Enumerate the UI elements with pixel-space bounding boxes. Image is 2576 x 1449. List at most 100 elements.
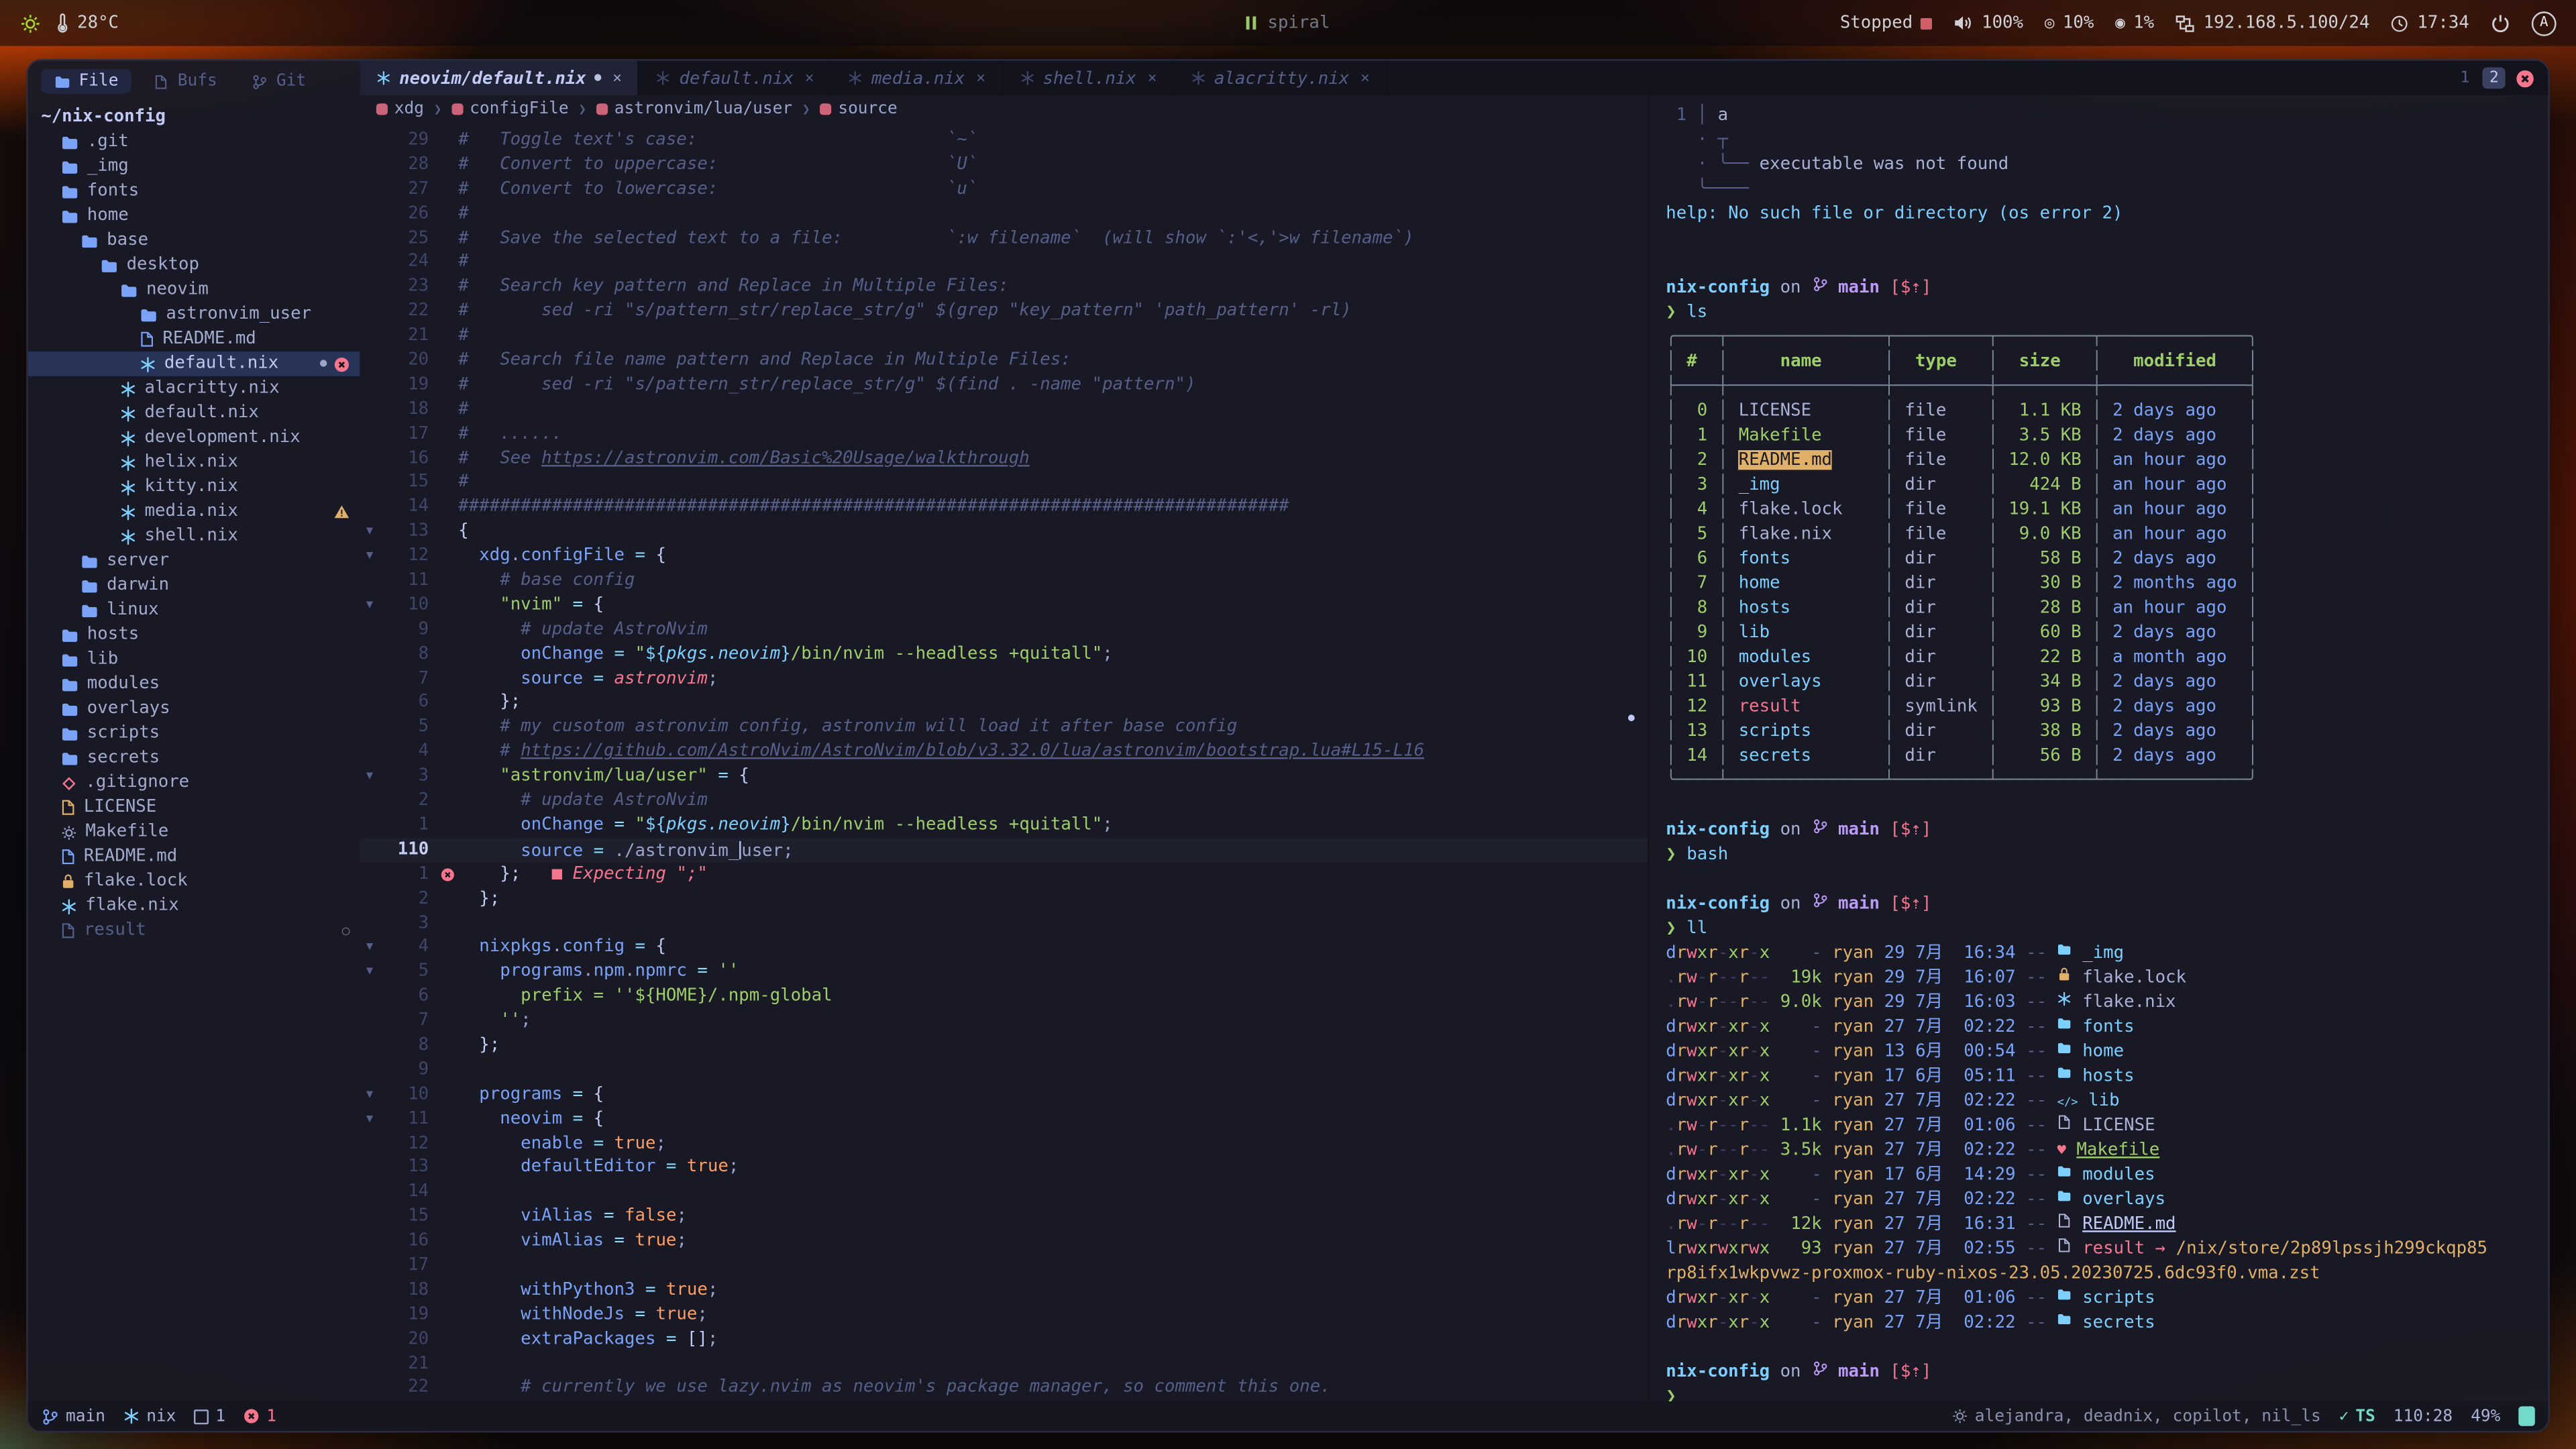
sign-column [437,201,458,225]
tree-item-_img[interactable]: _img [28,154,360,179]
tree-item-README.md[interactable]: README.md [28,845,360,869]
tree-item-~/nix-config[interactable]: ~/nix-config [28,105,360,130]
tree-item-hosts[interactable]: hosts [28,623,360,647]
tree-item-shell.nix[interactable]: shell.nix [28,524,360,549]
tree-item-.git[interactable]: .git [28,129,360,154]
diagnostic-info-segment[interactable]: 1 [194,1407,225,1426]
tree-item-Makefile[interactable]: Makefile [28,820,360,845]
desktop: 28°C spiral Stopped 100% ◎ 10% ◉ 1% [0,0,2576,1449]
tree-item-flake.nix[interactable]: flake.nix [28,894,360,918]
fold-icon[interactable]: ▼ [360,764,379,788]
close-tab-icon[interactable]: ✕ [613,70,622,86]
media-player-widget[interactable]: Stopped [1840,13,1933,33]
tree-item-helix.nix[interactable]: helix.nix [28,450,360,475]
diagnostic-error-segment[interactable]: 1 [244,1407,276,1426]
breadcrumb-item-xdg[interactable]: xdg [376,100,424,118]
tree-item-flake.lock[interactable]: flake.lock [28,869,360,894]
tree-item-.gitignore[interactable]: .gitignore [28,771,360,796]
tree-item-development.nix[interactable]: development.nix [28,425,360,450]
tabpage-1[interactable]: 1 [2454,67,2477,89]
close-window-icon[interactable] [2515,68,2534,88]
volume-widget[interactable]: 100% [1953,13,2023,33]
editor-line: ▼11 neovim = { [360,1107,1648,1131]
tree-item-secrets[interactable]: secrets [28,746,360,771]
buffer-tab-default.nix[interactable]: default.nix✕ [640,61,832,95]
buffer-tab-neovim/default.nix[interactable]: neovim/default.nix●✕ [360,61,639,95]
fold-icon[interactable]: ▼ [360,544,379,568]
nix-snowflake-icon [123,1408,140,1424]
close-tab-icon[interactable]: ✕ [805,70,814,86]
tree-item-default.nix[interactable]: default.nix [28,401,360,426]
clock-widget[interactable]: 17:34 [2391,13,2469,33]
power-icon[interactable] [2491,13,2510,33]
table-row: │ 7 │ home │ dir │ 30 B │ 2 months ago │ [1666,572,2543,596]
code-text: xdg.configFile = { [458,544,666,568]
code-text: nixpkgs.config = { [458,935,666,959]
close-tab-icon[interactable]: ✕ [1360,70,1369,86]
explorer-tab-git[interactable]: Git [239,69,319,94]
tree-item-result[interactable]: result○ [28,918,360,943]
file-tree[interactable]: ~/nix-config.git_imgfontshomebasedesktop… [28,105,360,943]
breadcrumb-item-astronvim/lua/user[interactable]: astronvim/lua/user [596,100,792,118]
line-number: 15 [380,471,437,495]
tree-item-overlays[interactable]: overlays [28,696,360,721]
tree-item-modules[interactable]: modules [28,672,360,697]
folder-icon [2057,1065,2072,1081]
tree-item-kitty.nix[interactable]: kitty.nix [28,475,360,500]
fold-icon[interactable]: ▼ [360,1107,379,1131]
tree-item-neovim[interactable]: neovim [28,278,360,303]
code-text: programs.npm.npmrc = '' [458,960,739,984]
tree-item-alacritty.nix[interactable]: alacritty.nix [28,376,360,401]
explorer-tab-bufs[interactable]: Bufs [140,69,230,94]
editor-line: 8 }; [360,1033,1648,1057]
tree-item-home[interactable]: home [28,204,360,229]
fold-icon[interactable]: ▼ [360,960,379,984]
tree-item-base[interactable]: base [28,228,360,253]
breadcrumb-item-configFile[interactable]: configFile [451,100,568,118]
fold-icon[interactable]: ▼ [360,593,379,617]
fold-icon[interactable]: ▼ [360,1082,379,1106]
temperature-widget[interactable]: 28°C [56,13,119,33]
buffer-tab-media.nix[interactable]: media.nix✕ [832,61,1003,95]
tree-item-README.md[interactable]: README.md [28,327,360,352]
cpu-widget[interactable]: ◉ 1% [2115,13,2154,33]
tree-item-darwin[interactable]: darwin [28,574,360,598]
tree-item-desktop[interactable]: desktop [28,253,360,278]
tree-item-server[interactable]: server [28,549,360,574]
breadcrumb-item-source[interactable]: source [820,100,897,118]
sign-column [437,666,458,690]
nix-gear-icon[interactable] [19,12,41,34]
git-branch-segment[interactable]: main [41,1407,105,1426]
tree-item-scripts[interactable]: scripts [28,721,360,746]
tree-item-media.nix[interactable]: media.nix [28,499,360,524]
terminal-pane[interactable]: 1 │ a · ┬ · ╰── executable was not found… [1650,95,2543,1401]
table-row: │ 0 │ LICENSE │ file │ 1.1 KB │ 2 days a… [1666,399,2543,424]
explorer-tab-file[interactable]: File [41,69,131,94]
line-number: 17 [380,1253,437,1277]
tabpage-2[interactable]: 2 [2483,67,2506,89]
tree-item-astronvim_user[interactable]: astronvim_user [28,303,360,327]
close-tab-icon[interactable]: ✕ [1148,70,1157,86]
fold-icon[interactable]: ▼ [360,935,379,959]
editor-line: 17 [360,1253,1648,1277]
code-editor[interactable]: 29# Toggle text's case: `~`28# Convert t… [360,123,1648,1401]
tree-item-default.nix[interactable]: default.nix● [28,352,360,376]
close-tab-icon[interactable]: ✕ [976,70,985,86]
cursor-position: 110:28 [2394,1407,2453,1426]
tree-item-fonts[interactable]: fonts [28,179,360,204]
tree-item-lib[interactable]: lib [28,647,360,672]
tree-item-LICENSE[interactable]: LICENSE [28,795,360,820]
buffer-tab-shell.nix[interactable]: shell.nix✕ [1004,61,1175,95]
workspace-indicator[interactable]: spiral [1246,13,1330,33]
cpu-value: 1% [2133,13,2154,33]
file-icon [2057,1114,2072,1130]
keyboard-layout-indicator[interactable]: A [2532,11,2557,36]
fold-icon [360,1033,379,1057]
buffer-tab-alacritty.nix[interactable]: alacritty.nix✕ [1175,61,1387,95]
sign-column [437,984,458,1008]
disk-widget[interactable]: ◎ 10% [2045,13,2094,33]
tree-item-label: .gitignore [85,771,189,796]
fold-icon[interactable]: ▼ [360,519,379,543]
tree-item-linux[interactable]: linux [28,598,360,623]
network-widget[interactable]: 192.168.5.100/24 [2176,13,2369,33]
